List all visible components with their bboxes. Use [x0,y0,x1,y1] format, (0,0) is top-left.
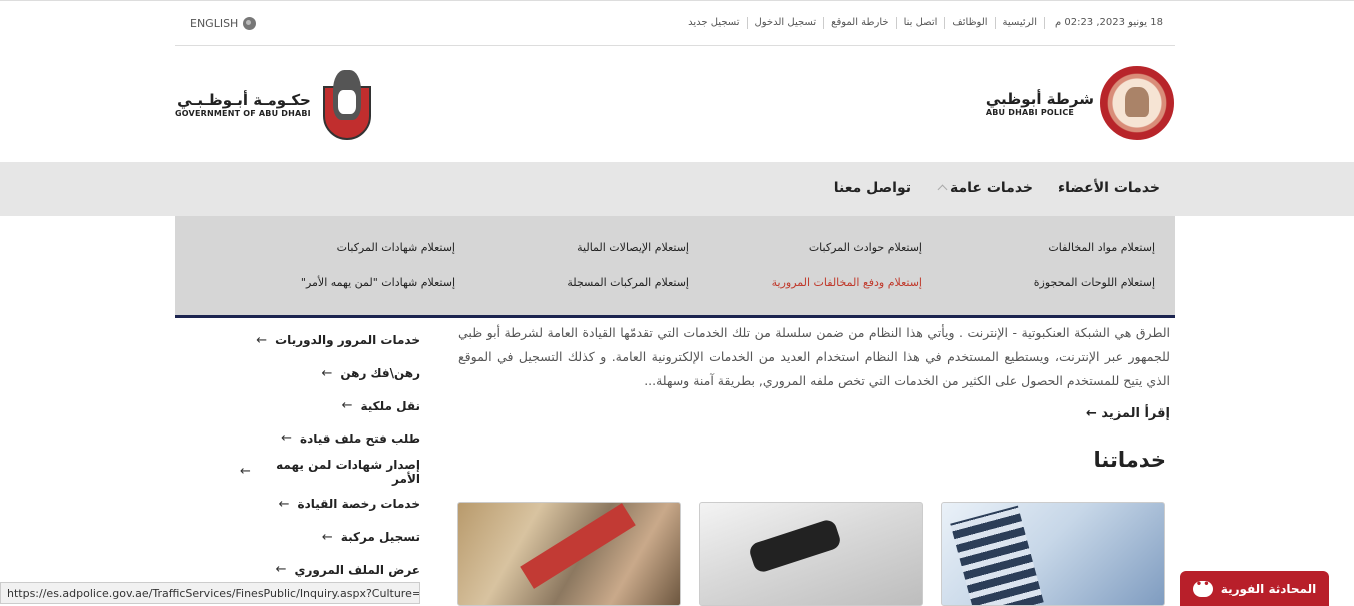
general-services-dropdown: إستعلام مواد المخالفات إستعلام حوادث الم… [175,216,1175,318]
arrow-left-icon: ← [275,562,287,578]
sidebar-item-mortgage[interactable]: رهن\فك رهن ← [240,357,420,390]
sidebar-item-license-services[interactable]: خدمات رخصة القيادة ← [240,488,420,521]
nav-contact-us[interactable]: تواصل معنا [834,180,911,196]
arrow-left-icon: ← [256,332,268,348]
current-date: 18 يونيو 2023, 02:23 م [1054,17,1163,28]
language-switch[interactable]: ENGLISH [190,17,257,30]
sidebar-item-certificates[interactable]: إصدار شهادات لمن يهمه الأمر ← [240,455,420,488]
nav-general-services[interactable]: خدمات عامة [950,180,1033,196]
menu-impounded-plates[interactable]: إستعلام اللوحات المحجوزة [1034,276,1155,289]
link-register[interactable]: تسجيل جديد [681,17,746,29]
gov-logo-english: GOVERNMENT OF ABU DHABI [175,108,311,118]
abu-dhabi-police-logo[interactable]: شرطة أبوظبي ABU DHABI POLICE [986,66,1174,140]
link-contact[interactable]: اتصل بنا [895,17,945,29]
menu-financial-receipts[interactable]: إستعلام الإيصالات المالية [577,241,689,254]
nav-members-services[interactable]: خدمات الأعضاء [1058,180,1160,196]
services-sidebar: خدمات المرور والدوريات ← رهن\فك رهن ← نقل … [240,324,420,586]
menu-registered-vehicles[interactable]: إستعلام المركبات المسجلة [567,276,689,289]
utility-bar: 18 يونيو 2023, 02:23 م الرئيسية الوظائف … [175,5,1175,46]
falcon-emblem-icon [319,66,375,142]
read-more-label: إقرأ المزيد [1101,406,1170,421]
abu-dhabi-government-logo[interactable]: حكـومـة أبـوظـبـي GOVERNMENT OF ABU DHAB… [175,66,375,142]
link-sitemap[interactable]: خارطة الموقع [823,17,895,29]
arrow-left-icon: ← [341,398,353,414]
menu-vehicle-accidents[interactable]: إستعلام حوادث المركبات [809,241,922,254]
sidebar-item-ownership-transfer[interactable]: نقل ملكية ← [240,390,420,423]
link-login[interactable]: تسجيل الدخول [746,17,824,29]
read-more-link[interactable]: إقرأ المزيد ← [1086,406,1170,421]
arrow-left-icon: ← [321,365,333,381]
police-logo-arabic: شرطة أبوظبي [985,89,1094,108]
live-chat-label: المحادثة الفورية [1220,581,1317,596]
chevron-up-icon [937,184,948,195]
service-card-car-keys-image[interactable] [699,502,923,606]
police-logo-english: ABU DHABI POLICE [985,107,1075,117]
menu-to-whom-certificates[interactable]: إستعلام شهادات "لمن يهمه الأمر" [301,276,455,289]
menu-violation-materials[interactable]: إستعلام مواد المخالفات [1048,241,1155,254]
sidebar-item-vehicle-registration[interactable]: تسجيل مركبة ← [240,521,420,554]
language-label: ENGLISH [190,17,239,30]
top-border [0,0,1354,4]
main-navigation: خدمات الأعضاء خدمات عامة تواصل معنا [0,162,1354,216]
arrow-left-icon: ← [240,464,251,480]
intro-paragraph: الطرق هي الشبكة العنكبوتية - الإنترنت . … [458,325,1170,388]
menu-vehicle-certificates[interactable]: إستعلام شهادات المركبات [337,241,455,254]
gov-logo-arabic: حكـومـة أبـوظـبـي [177,90,311,109]
menu-traffic-fines-payment[interactable]: إستعلام ودفع المخالفات المرورية [772,276,922,289]
link-home[interactable]: الرئيسية [994,17,1045,29]
arrow-left-icon: ← [321,529,333,545]
globe-icon [243,17,257,30]
police-seal-icon [1100,66,1174,140]
arrow-left-icon: ← [281,431,293,447]
chat-bubble-icon [1192,579,1218,597]
utility-links: الرئيسية الوظائف اتصل بنا خارطة الموقع ت… [681,17,1045,29]
service-card-seatbelt-image[interactable] [457,502,681,606]
arrow-left-icon: ← [278,496,290,512]
services-heading: خدماتنا [1093,448,1167,472]
sidebar-item-traffic-patrols[interactable]: خدمات المرور والدوريات ← [240,324,420,357]
sidebar-item-driving-file[interactable]: طلب فتح ملف قيادة ← [240,422,420,455]
service-card-calculator-image[interactable] [941,502,1165,606]
link-jobs[interactable]: الوظائف [944,17,994,29]
browser-status-bar: https://es.adpolice.gov.ae/TrafficServic… [0,582,420,604]
arrow-left-icon: ← [1085,406,1097,421]
live-chat-button[interactable]: المحادثة الفورية [1180,571,1329,606]
